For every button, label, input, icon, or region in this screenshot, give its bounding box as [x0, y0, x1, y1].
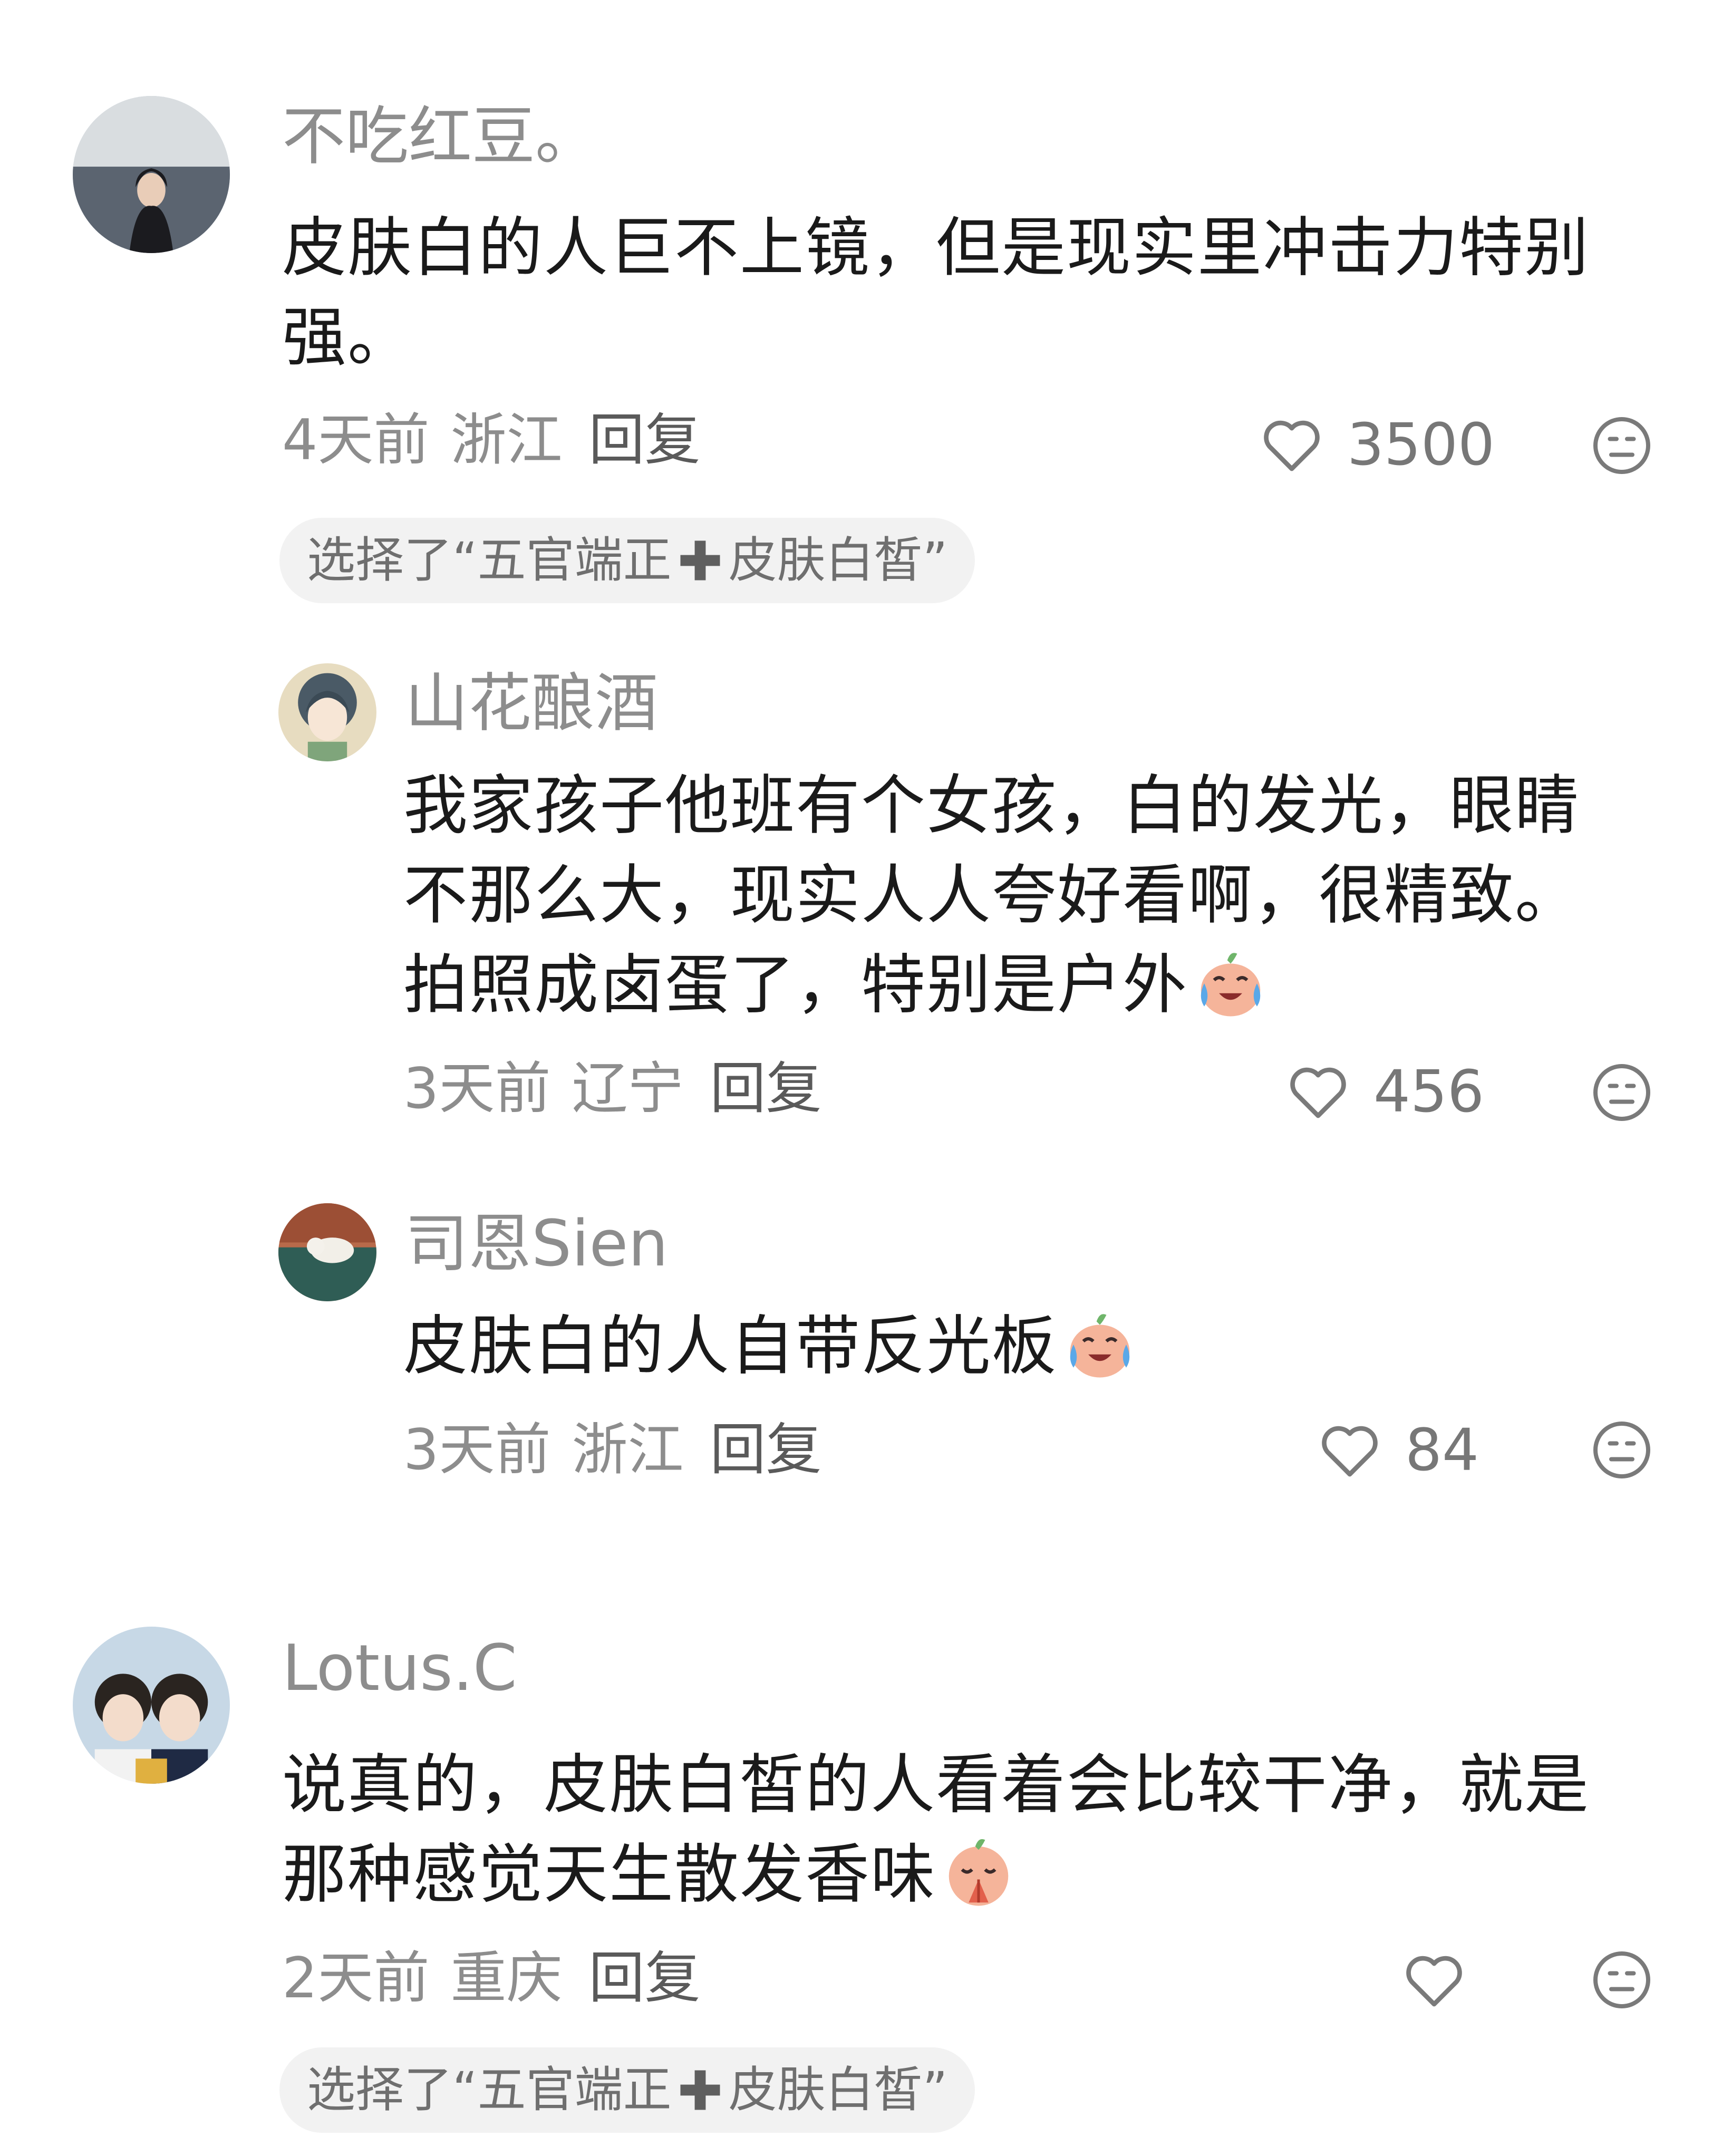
comment-text-line: 我家孩子他班有个女孩，白的发光，眼睛 [403, 768, 1580, 843]
comment-meta: 4天前 浙江 回复 [282, 409, 700, 472]
like-count: 456 [1373, 1058, 1484, 1125]
reply-button[interactable]: 回复 [710, 1056, 821, 1121]
avatar[interactable] [73, 96, 230, 253]
username[interactable]: 山花酿酒 [405, 667, 658, 741]
like-count: 3500 [1347, 411, 1495, 478]
neutral-face-icon [1593, 1064, 1650, 1121]
comment-text-line: 拍照成卤蛋了，特别是户外 [403, 940, 1580, 1030]
like-button[interactable]: 3500 [1257, 410, 1495, 479]
heart-outline-icon [1290, 1067, 1346, 1118]
like-button[interactable]: 456 [1284, 1057, 1484, 1126]
comment-text: 我家孩子他班有个女孩，白的发光，眼睛 不那么大，现实人人夸好看啊，很精致。 拍照… [403, 761, 1580, 1030]
tag-text: 选择了“五官端正 [307, 532, 672, 588]
comment-text: 皮肤白的人自带反光板 [403, 1301, 1139, 1391]
comment-text-fragment: 皮肤白的人自带反光板 [403, 1309, 1057, 1384]
heart-outline-icon [1406, 1956, 1462, 2007]
comment-text-fragment: 那种感觉天生散发香味 [282, 1837, 936, 1912]
comment-text-line: 说真的，皮肤白皙的人看着会比较干净，就是 [282, 1747, 1590, 1822]
avatar[interactable] [278, 663, 376, 761]
like-button[interactable] [1400, 1946, 1468, 2014]
crying-laughing-emoji [1191, 944, 1270, 1023]
username[interactable]: 不吃红豆。 [282, 100, 598, 174]
vote-tag[interactable]: 选择了“五官端正 皮肤白皙” [279, 518, 975, 603]
tag-text: 皮肤白皙” [728, 2062, 948, 2118]
react-button[interactable] [1590, 1418, 1653, 1482]
timestamp: 3天前 [403, 1056, 551, 1121]
comment-text-line: 强。 [282, 300, 413, 375]
comment-text-line: 皮肤白的人巨不上镜，但是现实里冲击力特别 [282, 210, 1590, 285]
crying-laughing-emoji [1060, 1305, 1139, 1384]
heavy-plus-icon [674, 534, 727, 587]
heart-outline-icon [1322, 1426, 1378, 1477]
location: 重庆 [450, 1946, 563, 2010]
avatar[interactable] [73, 1627, 230, 1784]
like-count: 84 [1405, 1416, 1479, 1484]
comment-text-fragment: 拍照成卤蛋了，特别是户外 [403, 948, 1188, 1022]
location: 辽宁 [572, 1056, 684, 1121]
react-button[interactable] [1590, 1061, 1653, 1124]
avatar[interactable] [278, 1203, 376, 1301]
reply-button[interactable]: 回复 [710, 1417, 821, 1482]
location: 浙江 [450, 408, 563, 472]
comment-meta: 2天前 重庆 回复 [282, 1947, 700, 2010]
username[interactable]: 司恩Sien [405, 1207, 668, 1281]
reply-button[interactable]: 回复 [588, 408, 700, 472]
comment-text-line: 皮肤白的人自带反光板 [403, 1301, 1139, 1391]
praying-emoji [939, 1833, 1018, 1912]
location: 浙江 [572, 1417, 684, 1482]
heart-outline-icon [1264, 420, 1320, 471]
timestamp: 3天前 [403, 1417, 551, 1482]
react-button[interactable] [1590, 1948, 1653, 2012]
username[interactable]: Lotus.C [282, 1632, 517, 1706]
comment-text-line: 那种感觉天生散发香味 [282, 1830, 1590, 1919]
comment-meta: 3天前 辽宁 回复 [403, 1057, 821, 1120]
tag-text: 皮肤白皙” [728, 532, 948, 588]
neutral-face-icon [1593, 1422, 1650, 1478]
react-button[interactable] [1590, 414, 1653, 477]
comment-meta: 3天前 浙江 回复 [403, 1418, 821, 1482]
reply-button[interactable]: 回复 [588, 1946, 700, 2010]
timestamp: 4天前 [282, 408, 430, 472]
neutral-face-icon [1593, 1951, 1650, 2008]
heavy-plus-icon [674, 2064, 727, 2116]
comment-text: 皮肤白的人巨不上镜，但是现实里冲击力特别 强。 [282, 203, 1590, 382]
timestamp: 2天前 [282, 1946, 430, 2010]
tag-text: 选择了“五官端正 [307, 2062, 672, 2118]
comment-text-line: 不那么大，现实人人夸好看啊，很精致。 [403, 858, 1580, 933]
vote-tag[interactable]: 选择了“五官端正 皮肤白皙” [279, 2047, 975, 2133]
comment-text: 说真的，皮肤白皙的人看着会比较干净，就是 那种感觉天生散发香味 [282, 1740, 1590, 1919]
neutral-face-icon [1593, 417, 1650, 474]
like-button[interactable]: 84 [1315, 1416, 1479, 1484]
